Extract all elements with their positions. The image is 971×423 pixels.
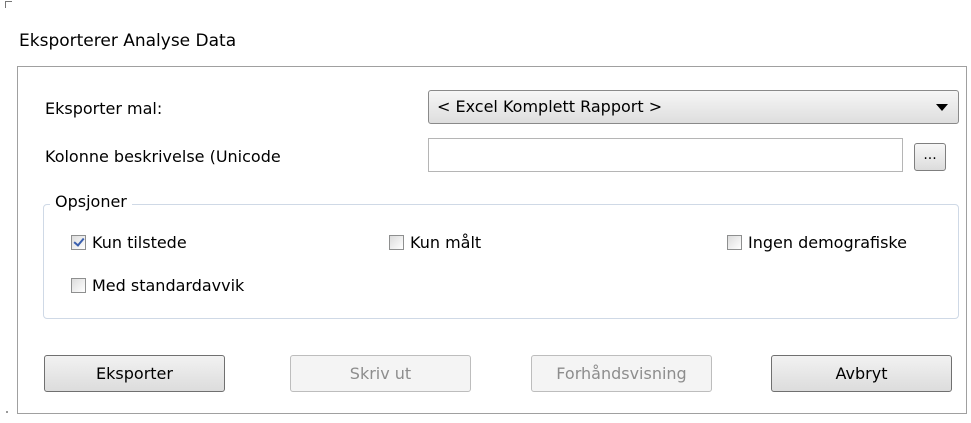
- option-kun-malt[interactable]: Kun målt: [389, 233, 481, 252]
- option-label: Ingen demografiske: [748, 233, 907, 252]
- option-kun-tilstede[interactable]: Kun tilstede: [71, 233, 187, 252]
- checkbox-icon[interactable]: [71, 278, 86, 293]
- corner-dot: [6, 411, 8, 413]
- option-label: Kun tilstede: [92, 233, 187, 252]
- checkbox-icon[interactable]: [389, 235, 404, 250]
- column-description-label: Kolonne beskrivelse (Unicode: [45, 147, 281, 166]
- preview-button[interactable]: Forhåndsvisning: [531, 355, 712, 392]
- cancel-button[interactable]: Avbryt: [771, 355, 952, 392]
- template-select[interactable]: < Excel Komplett Rapport >: [428, 90, 959, 124]
- chevron-down-icon[interactable]: [936, 104, 948, 111]
- checkbox-checked-icon[interactable]: [71, 235, 86, 250]
- template-select-value: < Excel Komplett Rapport >: [437, 97, 663, 116]
- window-corner-mark: [5, 1, 12, 8]
- column-description-input[interactable]: [428, 138, 903, 172]
- option-ingen-demografiske[interactable]: Ingen demografiske: [727, 233, 907, 252]
- option-med-standardavvik[interactable]: Med standardavvik: [71, 276, 244, 295]
- dialog-title: Eksporterer Analyse Data: [19, 31, 237, 51]
- print-button[interactable]: Skriv ut: [290, 355, 471, 392]
- browse-button[interactable]: ...: [914, 143, 946, 171]
- option-label: Kun målt: [410, 233, 482, 252]
- options-legend: Opsjoner: [50, 192, 132, 211]
- template-label: Eksporter mal:: [45, 99, 163, 118]
- checkbox-icon[interactable]: [727, 235, 742, 250]
- option-label: Med standardavvik: [92, 276, 245, 295]
- export-button[interactable]: Eksporter: [44, 355, 225, 392]
- options-group: [43, 204, 959, 319]
